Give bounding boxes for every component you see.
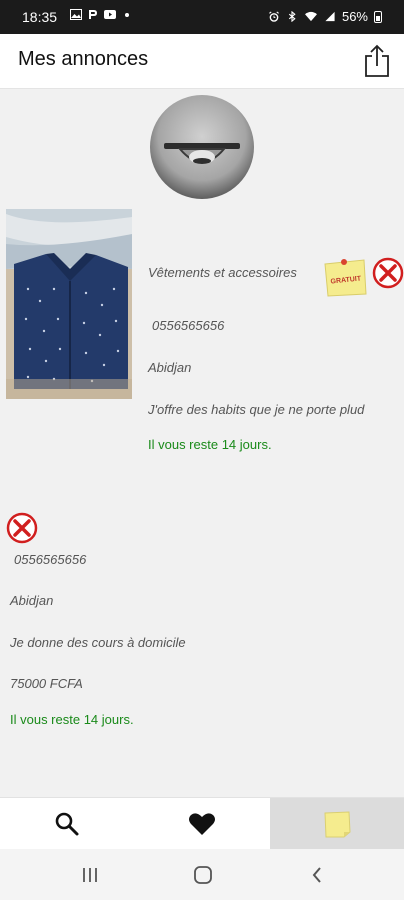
listing-city: Abidjan — [10, 593, 54, 608]
nav-search[interactable] — [0, 798, 134, 850]
p-icon — [89, 10, 97, 19]
back-chevron-icon — [312, 867, 321, 883]
nav-my-listings[interactable] — [270, 798, 404, 850]
image-icon — [70, 9, 82, 20]
system-navigation-bar — [0, 849, 404, 900]
heart-icon — [189, 813, 215, 835]
blue-shirt-photo — [6, 209, 132, 399]
bottom-navigation — [0, 797, 404, 850]
status-bar: 18:35 56% — [0, 0, 404, 34]
wifi-icon — [305, 11, 317, 22]
listing-city: Abidjan — [148, 360, 192, 375]
delete-listing-1-icon[interactable] — [372, 257, 404, 289]
recent-apps-icon — [83, 868, 97, 882]
dot-icon — [125, 13, 129, 17]
home-icon — [194, 866, 212, 884]
listing-category: Vêtements et accessoires — [148, 265, 297, 280]
home-button[interactable] — [191, 863, 215, 887]
ceiling-light-photo — [150, 95, 254, 199]
back-button[interactable] — [305, 863, 329, 887]
listing-remaining: Il vous reste 14 jours. — [148, 437, 272, 452]
listing-phone: 0556565656 — [14, 552, 87, 567]
free-badge: GRATUIT — [322, 256, 368, 298]
bluetooth-icon — [288, 11, 296, 22]
listing-image[interactable] — [6, 209, 132, 399]
delete-listing-2-icon[interactable] — [6, 512, 38, 544]
search-icon — [55, 812, 79, 836]
listing-phone: 0556565656 — [152, 318, 225, 333]
sticky-note-icon: GRATUIT — [324, 259, 367, 297]
share-icon[interactable] — [362, 43, 392, 79]
alarm-icon — [269, 11, 279, 22]
nav-favorites[interactable] — [135, 798, 269, 850]
recent-apps-button[interactable] — [78, 863, 102, 887]
avatar[interactable] — [150, 95, 254, 199]
listing-description: Je donne des cours à domicile — [10, 635, 186, 650]
status-time: 18:35 — [22, 9, 58, 25]
listing-description: J'offre des habits que je ne porte plud — [148, 402, 365, 417]
battery-percent: 56% — [341, 9, 368, 24]
sticky-note-icon — [324, 811, 351, 838]
listing-remaining: Il vous reste 14 jours. — [10, 712, 134, 727]
app-bar: Mes annonces — [0, 34, 404, 89]
signal-icon — [325, 11, 335, 22]
battery-icon — [374, 10, 382, 23]
page-title: Mes annonces — [18, 48, 149, 70]
youtube-icon — [104, 10, 116, 19]
listing-price: 75000 FCFA — [10, 676, 83, 691]
